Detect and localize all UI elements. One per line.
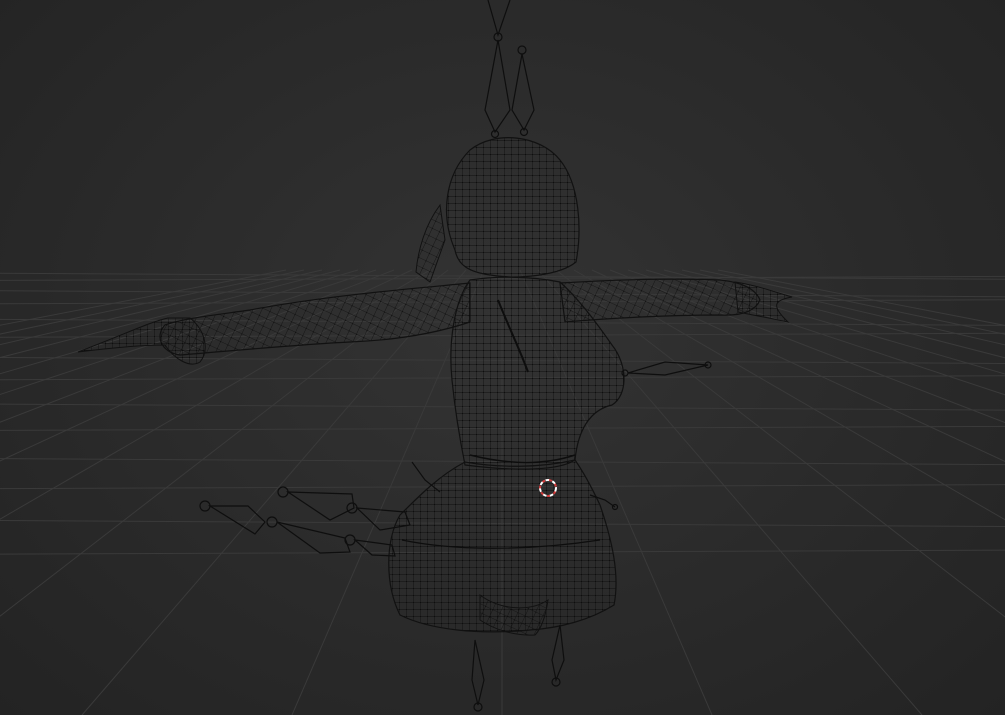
grid-line [627, 269, 1005, 396]
viewport-canvas[interactable] [0, 0, 1005, 715]
grid-line [699, 269, 1005, 335]
3d-viewport[interactable] [0, 0, 1005, 715]
mesh-head[interactable] [445, 137, 580, 278]
character-mesh[interactable] [77, 137, 793, 636]
mesh-hand-left[interactable] [77, 317, 206, 365]
grid-line [609, 269, 1005, 424]
mesh-arm-left[interactable] [159, 282, 471, 356]
grid-line [591, 269, 1005, 462]
grid-line [645, 269, 1005, 375]
grid-line [663, 269, 1005, 359]
grid-line [555, 269, 1005, 618]
grid-line [573, 269, 1005, 521]
grid-line [717, 269, 1005, 326]
